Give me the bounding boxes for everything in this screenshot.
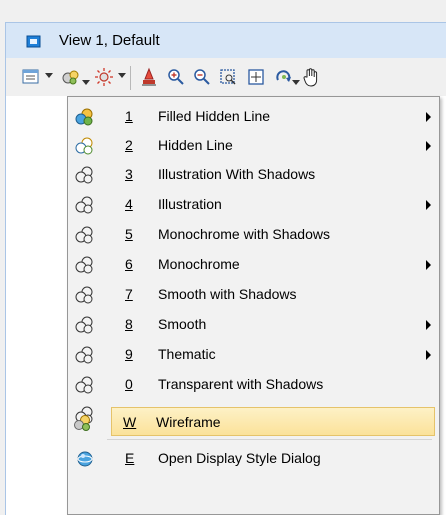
display-style-dropdown[interactable] xyxy=(82,80,90,85)
menu-item-label: Smooth with Shadows xyxy=(158,286,297,302)
lighting-icon[interactable] xyxy=(93,66,115,88)
menu-item-label: Thematic xyxy=(158,346,216,362)
menu-item-label: Monochrome xyxy=(158,256,240,272)
display-style-icon xyxy=(75,166,95,184)
view-attributes-dropdown[interactable] xyxy=(45,73,53,78)
view-title: View 1, Default xyxy=(59,32,160,49)
view-window-icon xyxy=(26,34,42,50)
menu-item-accelerator: W xyxy=(123,414,137,430)
wireframe-icon xyxy=(73,414,93,432)
menu-item-thematic[interactable]: 9 Thematic xyxy=(70,340,435,369)
toolbar-separator xyxy=(130,66,131,90)
submenu-arrow-icon xyxy=(426,200,431,210)
menu-item-monochrome[interactable]: 6 Monochrome xyxy=(70,250,435,279)
menu-item-illustration-with-shadows[interactable]: 3 Illustration With Shadows xyxy=(70,160,435,189)
display-style-dialog-icon xyxy=(75,450,95,468)
pan-view-icon[interactable] xyxy=(300,66,322,88)
menu-item-accelerator: 8 xyxy=(125,316,133,332)
menu-item-label: Transparent with Shadows xyxy=(158,376,324,392)
menu-item-illustration[interactable]: 4 Illustration xyxy=(70,190,435,219)
zoom-in-icon[interactable] xyxy=(165,66,187,88)
menu-item-accelerator: 7 xyxy=(125,286,133,302)
submenu-arrow-icon xyxy=(426,112,431,122)
menu-item-accelerator: 2 xyxy=(125,137,133,153)
lighting-dropdown[interactable] xyxy=(118,73,126,78)
hidden-line-icon xyxy=(75,137,95,155)
menu-item-accelerator: 1 xyxy=(125,108,133,124)
menu-item-label: Open Display Style Dialog xyxy=(158,450,321,466)
menu-item-accelerator: E xyxy=(125,450,135,466)
menu-item-wireframe[interactable]: W Wireframe xyxy=(74,407,435,436)
view-canvas[interactable] xyxy=(5,96,67,515)
display-style-icon xyxy=(75,376,95,394)
menu-item-label: Smooth xyxy=(158,316,207,332)
menu-item-accelerator: 5 xyxy=(125,226,133,242)
submenu-arrow-icon xyxy=(426,320,431,330)
zoom-out-icon[interactable] xyxy=(191,66,213,88)
menu-item-label: Illustration xyxy=(158,196,222,212)
menu-item-monochrome-with-shadows[interactable]: 5 Monochrome with Shadows xyxy=(70,220,435,249)
menu-item-accelerator: 4 xyxy=(125,196,133,212)
window-area-icon[interactable] xyxy=(217,66,239,88)
menu-item-label: Hidden Line xyxy=(158,137,233,153)
fit-view-icon[interactable] xyxy=(245,66,267,88)
submenu-arrow-icon xyxy=(426,260,431,270)
display-style-icon xyxy=(75,286,95,304)
display-style-icon xyxy=(75,226,95,244)
view-attributes-icon[interactable] xyxy=(20,66,42,88)
menu-item-transparent-with-shadows[interactable]: 0 Transparent with Shadows xyxy=(70,370,435,399)
update-view-icon[interactable] xyxy=(138,66,160,88)
display-style-icon xyxy=(75,196,95,214)
menu-item-accelerator: 0 xyxy=(125,376,133,392)
menu-item-label: Wireframe xyxy=(156,414,221,430)
menu-item-open-display-style-dialog[interactable]: E Open Display Style Dialog xyxy=(70,444,435,473)
menu-item-smooth[interactable]: 8 Smooth xyxy=(70,310,435,339)
menu-item-accelerator: 6 xyxy=(125,256,133,272)
menu-separator xyxy=(107,439,432,440)
display-style-icon[interactable] xyxy=(60,66,82,88)
menu-item-label: Illustration With Shadows xyxy=(158,166,316,182)
display-style-icon xyxy=(75,316,95,334)
filled-hidden-line-icon xyxy=(75,108,95,126)
submenu-arrow-icon xyxy=(426,141,431,151)
submenu-arrow-icon xyxy=(426,350,431,360)
menu-item-label: Filled Hidden Line xyxy=(158,108,271,124)
menu-item-accelerator: 3 xyxy=(125,166,133,182)
menu-item-filled-hidden-line[interactable]: 1 Filled Hidden Line xyxy=(70,102,435,131)
rotate-view-dropdown[interactable] xyxy=(292,80,300,85)
menu-item-label: Monochrome with Shadows xyxy=(158,226,330,242)
display-style-icon xyxy=(75,256,95,274)
menu-item-hidden-line[interactable]: 2 Hidden Line xyxy=(70,131,435,160)
menu-item-smooth-with-shadows[interactable]: 7 Smooth with Shadows xyxy=(70,280,435,309)
view-canvas-right[interactable] xyxy=(440,96,446,515)
view-window: View 1, Default 1 Filled Hidden Line 2 H… xyxy=(0,0,446,515)
menu-item-accelerator: 9 xyxy=(125,346,133,362)
display-style-icon xyxy=(75,346,95,364)
